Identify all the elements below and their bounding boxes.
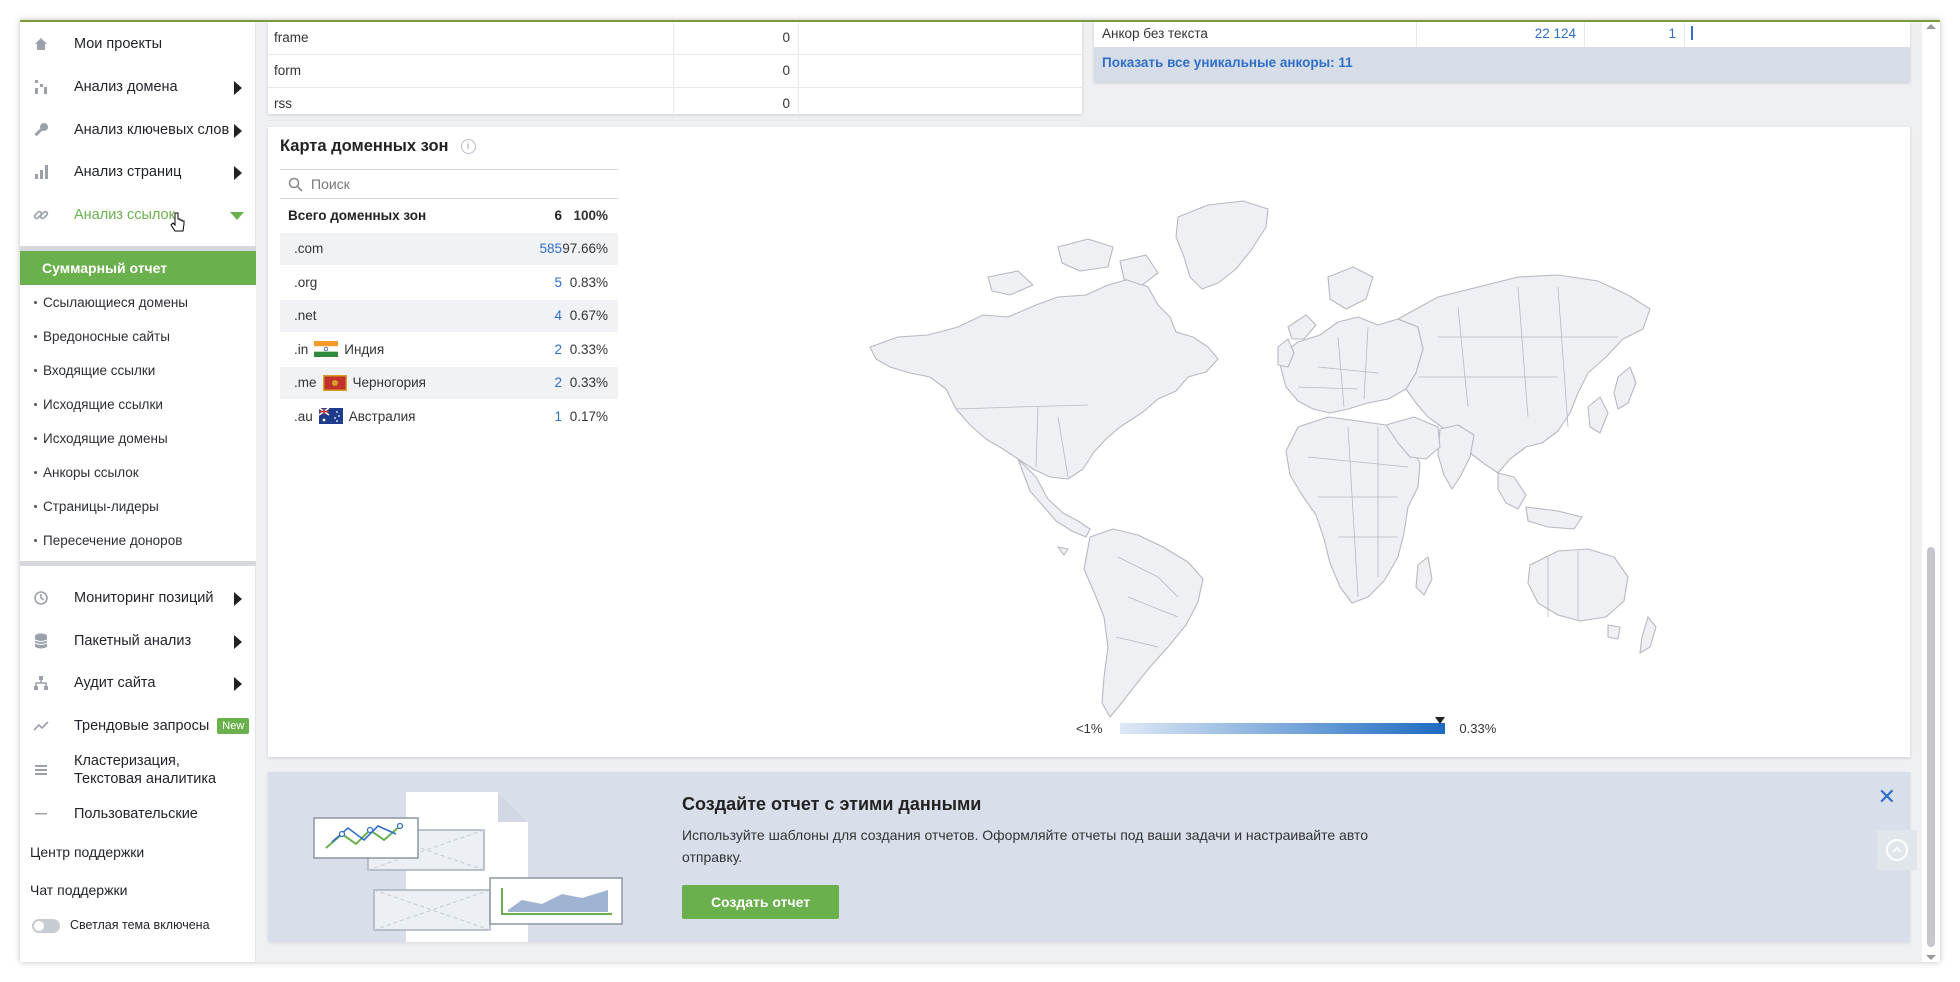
sitemap-icon: [30, 673, 52, 693]
chevron-down-icon: [230, 212, 244, 220]
banner-text: Используйте шаблоны для создания отчетов…: [682, 827, 1369, 865]
link-icon: [30, 205, 52, 225]
chevron-right-icon: [234, 592, 242, 606]
create-report-banner: Создайте отчет с этими данными Используй…: [268, 772, 1910, 942]
sidebar-item-keywords[interactable]: Анализ ключевых слов: [20, 110, 256, 150]
submenu-item-referring-domains[interactable]: Ссылающиеся домены: [20, 285, 256, 319]
table-row: Анкор без текста 22 124 1: [1094, 22, 1910, 47]
india-flag-icon: [314, 341, 339, 358]
mini-bar: [1691, 26, 1693, 40]
theme-toggle[interactable]: [32, 919, 60, 933]
chevron-right-icon: [234, 124, 242, 138]
table-icon: [30, 760, 52, 780]
world-map[interactable]: [858, 177, 1658, 737]
app-window: Мои проекты Анализ домена Анализ ключевы…: [20, 20, 1940, 962]
zone-search: [280, 169, 618, 199]
tags-table: frame 0 form 0 rss 0: [268, 22, 1082, 121]
support-center-link[interactable]: Центр поддержки: [30, 844, 144, 860]
table-row: form 0: [268, 55, 1082, 88]
table-row: .me Черногория 2 0.33%: [280, 366, 618, 400]
card-title: Карта доменных зон: [280, 137, 449, 155]
theme-toggle-label: Светлая тема включена: [70, 918, 210, 932]
greenland-region: [1175, 200, 1269, 290]
sidebar-item-domain-analysis[interactable]: Анализ домена: [20, 67, 256, 107]
south-america-region: [1083, 528, 1204, 718]
info-icon[interactable]: i: [460, 139, 476, 154]
database-icon: [30, 631, 52, 651]
sidebar-item-links[interactable]: Анализ ссылок: [20, 195, 256, 235]
table-row: .au Австралия 1 0.17%: [280, 400, 618, 434]
show-all-anchors-link[interactable]: Показать все уникальные анкоры: 11: [1094, 47, 1910, 78]
dash-icon: [30, 804, 52, 824]
history-icon: [30, 588, 52, 608]
new-badge: New: [217, 718, 250, 734]
bar-chart-icon: [30, 162, 52, 182]
domain-chart-icon: [30, 77, 52, 97]
table-row: .in Индия 2 0.33%: [280, 333, 618, 367]
scroll-to-top-button[interactable]: [1877, 830, 1917, 870]
sidebar-item-my-projects[interactable]: Мои проекты: [20, 24, 256, 64]
scroll-up-arrow-icon[interactable]: [1926, 24, 1936, 29]
sidebar-item-pages[interactable]: Анализ страниц: [20, 152, 256, 192]
legend-max: 0.33%: [1459, 721, 1497, 736]
table-row: .com 585 97.66%: [280, 232, 618, 266]
links-submenu: Суммарный отчет Ссылающиеся домены Вредо…: [20, 246, 256, 566]
table-row: rss 0: [268, 88, 1082, 121]
legend-gradient: [1120, 717, 1446, 734]
chevron-right-icon: [234, 677, 242, 691]
submenu-item-summary[interactable]: Суммарный отчет: [20, 251, 256, 285]
map-legend: <1% 0.33%: [1076, 717, 1497, 736]
sidebar: Мои проекты Анализ домена Анализ ключевы…: [20, 22, 256, 962]
chevron-up-icon: [1886, 839, 1908, 861]
search-input[interactable]: [311, 176, 591, 192]
submenu-item-incoming-links[interactable]: Входящие ссылки: [20, 353, 256, 387]
sidebar-item-position-monitoring[interactable]: Мониторинг позиций: [20, 578, 256, 618]
north-america-region: [869, 278, 1219, 480]
submenu-item-donor-intersection[interactable]: Пересечение доноров: [20, 523, 256, 557]
key-icon: [30, 120, 52, 140]
chevron-right-icon: [234, 635, 242, 649]
home-icon: [30, 34, 52, 54]
anchors-table: Анкор без текста 22 124 1 Показать все у…: [1094, 22, 1910, 82]
table-row: .net 4 0.67%: [280, 299, 618, 333]
close-icon[interactable]: ✕: [1878, 784, 1896, 810]
submenu-item-outgoing-links[interactable]: Исходящие ссылки: [20, 387, 256, 421]
scroll-down-arrow-icon[interactable]: [1926, 955, 1936, 960]
montenegro-flag-icon: [322, 374, 347, 391]
zones-total-row: Всего доменных зон 6 100%: [280, 199, 618, 233]
chevron-right-icon: [234, 81, 242, 95]
india-region: [1437, 424, 1475, 490]
sidebar-item-site-audit[interactable]: Аудит сайта: [20, 663, 256, 703]
sidebar-item-batch-analysis[interactable]: Пакетный анализ: [20, 621, 256, 661]
submenu-item-outgoing-domains[interactable]: Исходящие домены: [20, 421, 256, 455]
submenu-item-malicious-sites[interactable]: Вредоносные сайты: [20, 319, 256, 353]
table-row: .org 5 0.83%: [280, 266, 618, 300]
sidebar-item-custom[interactable]: Пользовательские: [20, 804, 256, 824]
create-report-button[interactable]: Создать отчет: [682, 885, 839, 919]
scrollbar-thumb[interactable]: [1927, 547, 1935, 947]
search-icon: [288, 177, 303, 192]
table-row: frame 0: [268, 22, 1082, 55]
domain-zones-card: Карта доменных зон i Всего доменных зон …: [268, 127, 1910, 757]
page-scrollbar[interactable]: [1922, 22, 1940, 962]
trend-icon: [30, 716, 52, 736]
mouse-cursor-icon: [170, 212, 186, 237]
chevron-right-icon: [234, 166, 242, 180]
sidebar-item-trending-queries[interactable]: Трендовые запросы New: [20, 706, 256, 746]
submenu-item-anchors[interactable]: Анкоры ссылок: [20, 455, 256, 489]
report-illustration-icon: [313, 792, 623, 942]
submenu-item-top-pages[interactable]: Страницы-лидеры: [20, 489, 256, 523]
legend-min: <1%: [1076, 721, 1103, 736]
zones-table: Всего доменных зон 6 100% .com 585 97.66…: [280, 199, 618, 434]
support-chat-link[interactable]: Чат поддержки: [30, 882, 127, 898]
banner-title: Создайте отчет с этими данными: [682, 794, 982, 814]
sidebar-item-clustering[interactable]: Кластеризация, Текстовая аналитика: [20, 748, 256, 794]
australia-flag-icon: [318, 408, 343, 425]
